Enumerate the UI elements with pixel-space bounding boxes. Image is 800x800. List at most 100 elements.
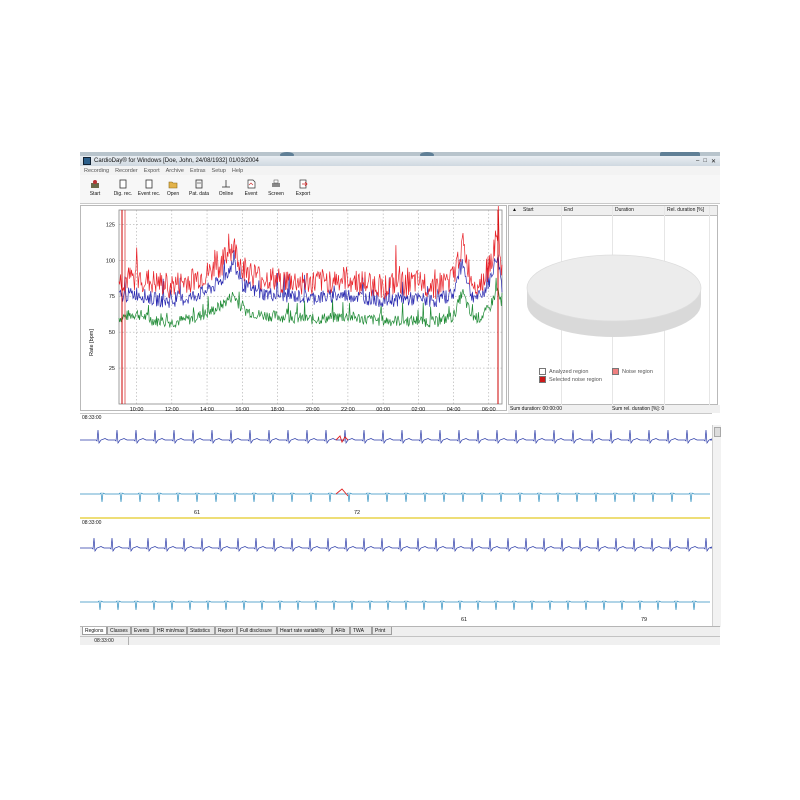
start-icon <box>90 178 101 189</box>
pat-data-label: Pat. data <box>188 191 209 197</box>
pie-legend: Analyzed region Noise region Selected no… <box>539 368 689 388</box>
menu-export[interactable]: Export <box>144 168 160 174</box>
x-tick-label: 00:00 <box>376 407 390 412</box>
x-tick-label: 18:00 <box>271 407 285 412</box>
heart-rate-label: 61 <box>461 617 468 623</box>
patient-icon <box>194 178 205 189</box>
y-tick-label: 100 <box>106 258 115 264</box>
y-axis-label: Rate [bpm] <box>89 329 95 356</box>
heart-rate-trend-panel[interactable]: 125 100 75 50 25 10:00 12:00 14:00 16:00 18:00 20:… <box>80 205 508 412</box>
regions-panel: ▲ Start End Duration Rel. duration [%] A… <box>508 205 718 406</box>
event-rec-label: Event rec. <box>137 191 161 197</box>
legend-noise-region: Noise region <box>612 368 653 375</box>
heart-rate-trend-chart[interactable]: 125 100 75 50 25 10:00 12:00 14:00 16:00 18:00 20:… <box>81 206 508 412</box>
analysis-tab-bar: Regions Classes Events HR min/max Statis… <box>80 626 720 636</box>
tab-afib[interactable]: AFib <box>332 627 350 635</box>
menu-archive[interactable]: Archive <box>166 168 184 174</box>
open-button[interactable]: Open <box>160 178 186 202</box>
sum-duration: Sum duration: 00:00:00 <box>510 406 562 412</box>
close-button[interactable]: ✕ <box>711 158 716 165</box>
window-title: CardioDay® for Windows [Doe, John, 24/08… <box>94 158 259 164</box>
export-label: Export <box>295 191 311 197</box>
pat-data-button[interactable]: Pat. data <box>186 178 212 202</box>
tab-report[interactable]: Report <box>215 627 237 635</box>
column-rel-duration[interactable]: Rel. duration [%] <box>667 207 704 213</box>
screen-button[interactable]: Screen <box>263 178 289 202</box>
ecg-trace-strip1-lead2 <box>80 492 710 503</box>
sort-indicator[interactable]: ▲ <box>512 207 517 213</box>
maximize-button[interactable]: □ <box>703 158 707 165</box>
start-label: Start <box>89 191 101 197</box>
legend-label: Analyzed region <box>549 368 589 375</box>
column-duration[interactable]: Duration <box>615 207 634 213</box>
tab-classes[interactable]: Classes <box>107 627 131 635</box>
tab-statistics[interactable]: Statistics <box>187 627 215 635</box>
menu-setup[interactable]: Setup <box>212 168 226 174</box>
ecg-strips-area[interactable]: 08:33:00 08:33:00 61 72 61 79 <box>80 413 712 628</box>
legend-swatch <box>539 368 546 375</box>
plot-frame <box>118 209 503 405</box>
online-button[interactable]: Online <box>213 178 239 202</box>
legend-selected-noise-region: Selected noise region <box>539 376 602 383</box>
regions-summary-bar: Sum duration: 00:00:00 Sum rel. duration… <box>508 405 720 413</box>
pie-analyzed-slice <box>526 254 702 322</box>
ecg-artifact-highlight <box>335 488 349 497</box>
menu-help[interactable]: Help <box>232 168 243 174</box>
event-label: Event <box>244 191 258 197</box>
menu-bar: Recording Recorder Export Archive Extras… <box>80 166 720 175</box>
strip2-time: 08:33:00 <box>82 520 102 526</box>
menu-recorder[interactable]: Recorder <box>115 168 138 174</box>
status-bar: 08:33:00 <box>80 636 720 645</box>
tab-regions[interactable]: Regions <box>82 627 107 635</box>
tab-full-disclosure[interactable]: Full disclosure <box>237 627 277 635</box>
legend-label: Selected noise region <box>549 376 602 383</box>
ecg-waveforms[interactable] <box>80 414 712 628</box>
region-pie-chart <box>526 254 702 337</box>
heart-rate-label: 72 <box>354 510 361 516</box>
column-divider <box>709 206 710 406</box>
dig-rec-button[interactable]: Dig. rec. <box>110 178 136 202</box>
tab-events[interactable]: Events <box>131 627 154 635</box>
open-label: Open <box>166 191 180 197</box>
legend-swatch <box>539 376 546 383</box>
column-end[interactable]: End <box>564 207 573 213</box>
online-icon <box>221 178 232 189</box>
tab-heart-rate-variability[interactable]: Heart rate variability <box>277 627 332 635</box>
online-label: Online <box>218 191 234 197</box>
tab-twa[interactable]: TWA <box>350 627 372 635</box>
legend-analyzed-region: Analyzed region <box>539 368 588 375</box>
minimize-button[interactable]: – <box>696 158 699 165</box>
app-icon <box>83 157 91 165</box>
x-tick-label: 16:00 <box>235 407 249 412</box>
x-tick-label: 10:00 <box>130 407 144 412</box>
tab-hr-min-max[interactable]: HR min/max <box>154 627 187 635</box>
x-tick-label: 12:00 <box>165 407 179 412</box>
y-tick-label: 75 <box>109 294 115 300</box>
printer-icon <box>271 178 282 189</box>
menu-extras[interactable]: Extras <box>190 168 206 174</box>
scrollbar-thumb[interactable] <box>714 427 721 437</box>
heart-rate-label: 61 <box>194 510 201 516</box>
column-start[interactable]: Start <box>523 207 534 213</box>
menu-recording[interactable]: Recording <box>84 168 109 174</box>
legend-label: Noise region <box>622 368 653 375</box>
ecg-trace-strip1-lead1 <box>80 429 712 445</box>
tab-print[interactable]: Print <box>372 627 392 635</box>
export-button[interactable]: Export <box>290 178 316 202</box>
toolbar: Start Dig. rec. Event rec. Open Pat. dat… <box>80 175 720 204</box>
y-tick-label: 50 <box>109 330 115 336</box>
ecg-trace-strip2-lead1 <box>80 537 712 553</box>
x-tick-label: 02:00 <box>411 407 425 412</box>
x-tick-label: 20:00 <box>306 407 320 412</box>
event-rec-button[interactable]: Event rec. <box>136 178 162 202</box>
event-icon <box>246 178 257 189</box>
folder-icon <box>168 178 179 189</box>
heart-rate-label: 79 <box>641 617 648 623</box>
export-icon <box>298 178 309 189</box>
event-button[interactable]: Event <box>238 178 264 202</box>
start-button[interactable]: Start <box>82 178 108 202</box>
screen-label: Screen <box>268 191 284 197</box>
ecg-vertical-scrollbar[interactable] <box>712 425 721 627</box>
x-tick-label: 04:00 <box>447 407 461 412</box>
x-tick-label: 06:00 <box>482 407 496 412</box>
